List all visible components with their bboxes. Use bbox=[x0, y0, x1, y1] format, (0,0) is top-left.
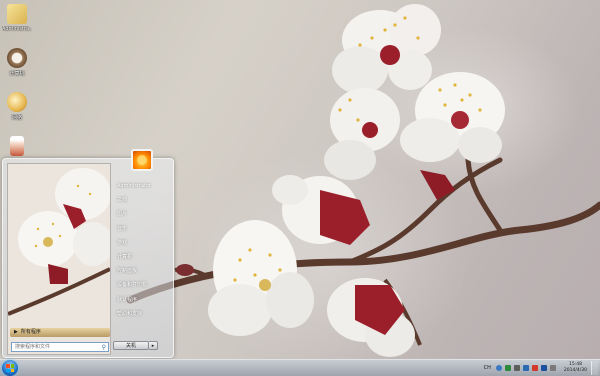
start-search-box[interactable]: ⚲ bbox=[11, 342, 109, 352]
windows-logo-icon bbox=[6, 364, 14, 372]
all-programs-label: 所有程序 bbox=[20, 329, 41, 335]
start-search-input[interactable] bbox=[15, 343, 97, 351]
coffee-cup-icon bbox=[7, 48, 27, 68]
taskbar-clock[interactable]: 15:48 2014/4/30 bbox=[564, 362, 587, 374]
right-item-control-panel[interactable]: 控制面板 bbox=[113, 264, 169, 278]
clock-date: 2014/4/30 bbox=[563, 368, 587, 373]
search-icon[interactable]: ⚲ bbox=[102, 344, 106, 351]
desktop-icon-computer[interactable]: 计算机 bbox=[2, 48, 32, 77]
folder-icon bbox=[7, 4, 27, 24]
right-item-computer[interactable]: 计算机 bbox=[113, 250, 169, 264]
right-item-games[interactable]: 游戏 bbox=[113, 236, 169, 250]
network-icon[interactable] bbox=[523, 365, 530, 371]
right-item-pictures[interactable]: 图片 bbox=[113, 207, 169, 221]
right-item-help-support[interactable]: 帮助和支持 bbox=[113, 307, 169, 321]
flag-icon[interactable] bbox=[532, 365, 539, 371]
desktop-icon-network[interactable]: 网络 bbox=[2, 92, 32, 121]
taskbar: CH 15:48 2014/4/30 bbox=[0, 359, 600, 376]
desktop-icon-drink[interactable] bbox=[2, 136, 32, 156]
desktop-icon-user-folder[interactable]: Administra... bbox=[2, 4, 32, 32]
system-tray: CH 15:48 2014/4/30 bbox=[484, 361, 598, 375]
security-icon[interactable] bbox=[541, 365, 548, 371]
desktop-icon-label: 网络 bbox=[11, 115, 22, 121]
right-item-user[interactable]: Administrator bbox=[113, 179, 169, 193]
help-icon[interactable] bbox=[496, 365, 503, 371]
user-avatar[interactable] bbox=[131, 149, 153, 171]
start-button[interactable] bbox=[2, 360, 18, 376]
globe-icon bbox=[7, 92, 27, 112]
right-item-default-programs[interactable]: 默认程序 bbox=[113, 293, 169, 307]
shutdown-button[interactable]: 关机 bbox=[113, 341, 149, 350]
right-item-devices-printers[interactable]: 设备和打印机 bbox=[113, 278, 169, 292]
arrow-right-icon: ▶ bbox=[14, 329, 18, 335]
volume-icon[interactable] bbox=[514, 365, 521, 371]
shield-icon[interactable] bbox=[505, 365, 512, 371]
shutdown-options-button[interactable]: ▸ bbox=[149, 341, 158, 350]
language-indicator[interactable]: CH bbox=[484, 365, 491, 371]
all-programs-button[interactable]: ▶ 所有程序 bbox=[10, 328, 110, 337]
start-menu: ▶所有程序 ⚲ Administrator 文档 图片 音乐 游戏 计算机 控制… bbox=[2, 149, 174, 358]
program-list-background bbox=[8, 164, 110, 354]
drink-cup-icon bbox=[10, 136, 24, 156]
right-item-documents[interactable]: 文档 bbox=[113, 193, 169, 207]
right-item-music[interactable]: 音乐 bbox=[113, 222, 169, 236]
start-menu-right-pane: Administrator 文档 图片 音乐 游戏 计算机 控制面板 设备和打印… bbox=[113, 179, 169, 321]
start-menu-program-list: ▶所有程序 ⚲ bbox=[7, 163, 111, 355]
arrow-icon[interactable] bbox=[550, 365, 557, 371]
show-desktop-button[interactable] bbox=[591, 361, 598, 375]
desktop-icon-label: 计算机 bbox=[9, 71, 25, 77]
desktop-icon-label: Administra... bbox=[2, 26, 32, 32]
arrow-right-icon: ▸ bbox=[151, 343, 155, 349]
